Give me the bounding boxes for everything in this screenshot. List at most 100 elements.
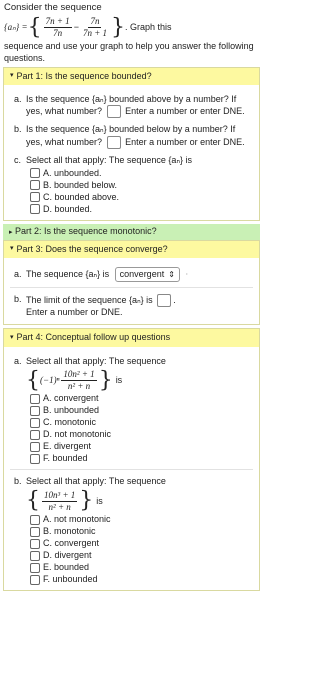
convergence-select[interactable]: convergent ⇕ [114, 266, 180, 283]
left-brace: { [26, 367, 40, 393]
fraction-denominator: n² + n [48, 501, 71, 512]
checkbox[interactable] [30, 192, 40, 203]
alternating-factor: (−1)ⁿ [40, 375, 60, 385]
option-item[interactable]: A. convergent [30, 393, 253, 404]
caret-right-icon: ▸ [9, 228, 13, 236]
part-3-title: Part 3: Does the sequence converge? [16, 243, 168, 254]
question-b-hint: Enter a number or enter DNE. [125, 136, 245, 147]
option-label: C. monotonic [43, 417, 97, 428]
fraction-2-denominator: 7n + 1 [82, 28, 108, 39]
checkbox[interactable] [30, 429, 40, 440]
option-item[interactable]: D. bounded. [30, 204, 253, 215]
part-2-header[interactable]: ▸ Part 2: Is the sequence monotonic? [3, 223, 260, 240]
option-item[interactable]: A. unbounded. [30, 168, 253, 179]
part-4-question-b: b. Select all that apply: The sequence [10, 476, 253, 487]
checkbox[interactable] [30, 574, 40, 585]
option-label: F. bounded [43, 453, 88, 464]
checkbox[interactable] [30, 204, 40, 215]
option-label: C. bounded above. [43, 191, 120, 202]
graph-this-text: . Graph this [125, 22, 172, 32]
option-item[interactable]: D. divergent [30, 550, 253, 561]
upper-bound-input[interactable] [106, 105, 121, 119]
option-item[interactable]: B. unbounded [30, 405, 253, 416]
caret-down-icon: ▾ [10, 244, 14, 252]
question-label: a. [14, 268, 22, 279]
checkbox[interactable] [30, 562, 40, 573]
option-label: A. convergent [43, 393, 99, 404]
dot-icon: ⋅ [185, 268, 189, 279]
divider [10, 469, 253, 471]
part-1-options: A. unbounded. B. bounded below. C. bound… [30, 168, 253, 215]
option-label: E. divergent [43, 441, 92, 452]
question-label: b. [14, 476, 22, 487]
part-1-title: Part 1: Is the sequence bounded? [16, 70, 152, 81]
option-item[interactable]: C. bounded above. [30, 192, 253, 203]
caret-down-icon: ▾ [10, 72, 14, 80]
checkbox[interactable] [30, 538, 40, 549]
part-3-body: a. The sequence {aₙ} is convergent ⇕ ⋅ b… [4, 258, 259, 325]
chevron-updown-icon: ⇕ [168, 269, 175, 279]
checkbox[interactable] [30, 441, 40, 452]
option-label: E. bounded [43, 562, 90, 572]
checkbox[interactable] [30, 526, 40, 537]
checkbox[interactable] [30, 550, 40, 561]
fraction-denominator: n² + n [67, 381, 91, 392]
question-b-text: Select all that apply: The sequence [26, 476, 166, 487]
question-text: The sequence {aₙ} is convergent ⇕ ⋅ [26, 266, 253, 283]
option-item[interactable]: B. bounded below. [30, 180, 253, 191]
sequence-formula: {aₙ} = { 7n + 1 7n − 7n 7n + 1 } . Graph… [4, 16, 259, 40]
part-3-header[interactable]: ▾ Part 3: Does the sequence converge? [4, 240, 259, 258]
question-label: c. [14, 154, 22, 165]
is-text: is [115, 375, 123, 385]
option-item[interactable]: E. divergent [30, 441, 253, 452]
option-item[interactable]: F. bounded [30, 453, 253, 464]
option-label: D. not monotonic [43, 429, 112, 440]
checkbox[interactable] [30, 514, 40, 525]
part-3-question-a: a. The sequence {aₙ} is convergent ⇕ ⋅ [10, 266, 253, 283]
right-brace: } [98, 367, 113, 393]
fraction-1-denominator: 7n [53, 28, 63, 39]
part-4b-options: A. not monotonic B. monotonic C. converg… [30, 514, 253, 585]
minus-sign: − [73, 22, 79, 32]
divider [10, 287, 253, 289]
question-a-text: Select all that apply: The sequence [26, 355, 166, 366]
question-b-text: The limit of the sequence {aₙ} is [26, 295, 153, 305]
checkbox[interactable] [30, 405, 40, 416]
option-item[interactable]: C. convergent [30, 538, 253, 549]
option-label: B. monotonic [43, 526, 96, 536]
part-4-question-a: a. Select all that apply: The sequence [10, 356, 253, 367]
fraction: 10n³ + 1 n² + n [42, 490, 78, 514]
option-item[interactable]: B. monotonic [30, 526, 253, 537]
is-text: is [96, 495, 103, 506]
lower-bound-input[interactable] [106, 135, 121, 149]
question-label: b. [14, 124, 22, 135]
part-1: ▾ Part 1: Is the sequence bounded? a. Is… [3, 66, 260, 221]
checkbox[interactable] [30, 417, 40, 428]
option-label: A. not monotonic [43, 514, 111, 524]
caret-down-icon: ▾ [10, 333, 14, 341]
limit-input[interactable] [157, 294, 172, 308]
option-label: F. unbounded [43, 574, 98, 584]
fraction-1: 7n + 1 7n [43, 16, 72, 40]
checkbox[interactable] [30, 180, 40, 191]
question-label: a. [14, 355, 22, 366]
option-item[interactable]: E. bounded [30, 562, 253, 573]
question-a-hint: Enter a number or enter DNE. [125, 106, 245, 117]
checkbox[interactable] [30, 393, 40, 404]
option-label: A. unbounded. [43, 167, 102, 178]
option-item[interactable]: C. monotonic [30, 417, 253, 428]
option-item[interactable]: D. not monotonic [30, 429, 253, 440]
part-4-header[interactable]: ▾ Part 4: Conceptual follow up questions [4, 329, 259, 347]
checkbox[interactable] [30, 168, 40, 179]
fraction-1-numerator: 7n + 1 [43, 16, 72, 29]
right-brace: } [79, 488, 94, 514]
part-1-header[interactable]: ▾ Part 1: Is the sequence bounded? [4, 67, 259, 86]
select-value: convergent [119, 268, 165, 279]
left-brace: { [26, 488, 40, 514]
part-1-question-c: c. Select all that apply: The sequence {… [10, 155, 253, 166]
option-item[interactable]: A. not monotonic [30, 514, 253, 525]
option-item[interactable]: F. unbounded [30, 574, 253, 585]
part-1-body: a. Is the sequence {aₙ} bounded above by… [4, 85, 259, 220]
checkbox[interactable] [30, 453, 40, 464]
part-4a-options: A. convergent B. unbounded C. monotonic … [30, 393, 253, 464]
